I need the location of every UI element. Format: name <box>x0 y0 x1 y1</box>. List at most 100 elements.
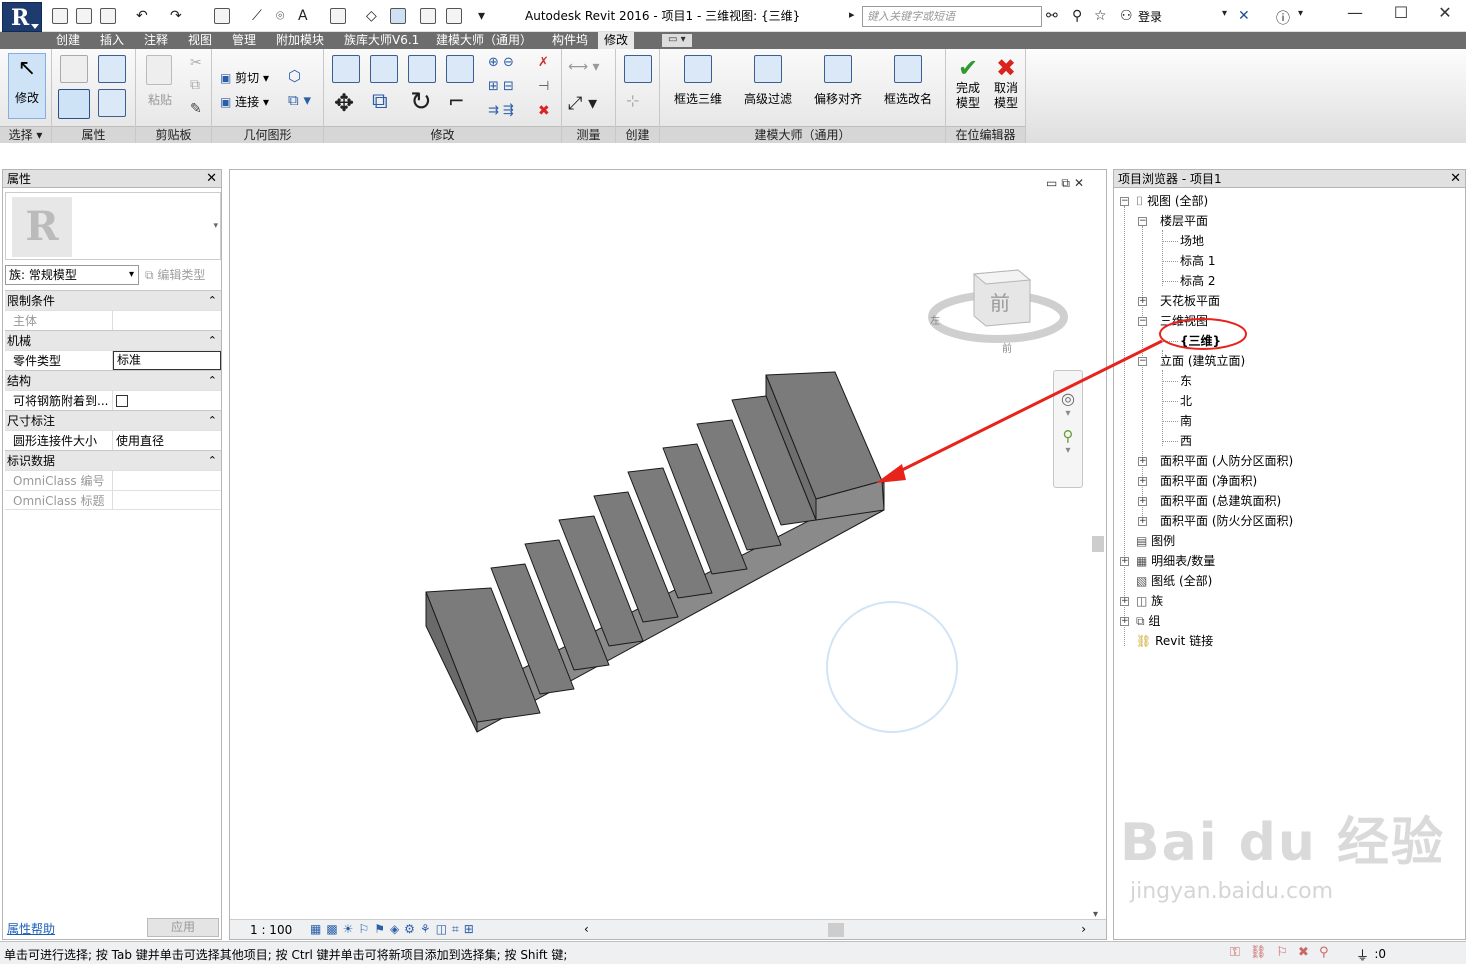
tree-node-level-2[interactable]: 标高 2 <box>1180 272 1215 290</box>
close-icon[interactable]: ✕ <box>206 170 217 188</box>
modify-tool[interactable]: ↖ 修改 <box>8 53 46 119</box>
mirror-axis-icon[interactable] <box>408 55 436 83</box>
type-properties-icon[interactable] <box>60 55 88 83</box>
properties-toggle-icon[interactable] <box>58 89 90 119</box>
connector-size-field[interactable]: 使用直径 <box>113 431 221 450</box>
copy-element-icon[interactable]: ⧉ <box>372 89 388 114</box>
group-structural[interactable]: 结构 ⌃ <box>5 370 221 390</box>
group-mechanical[interactable]: 机械 ⌃ <box>5 330 221 350</box>
tab-view[interactable]: 视图 <box>182 32 218 49</box>
finish-model-button[interactable]: ✔ 完成 模型 <box>950 55 986 111</box>
minimize-button[interactable]: — <box>1332 0 1378 28</box>
undo-icon[interactable]: ↶ <box>136 8 148 24</box>
expand-toggle[interactable]: − <box>1120 197 1129 206</box>
3d-view-icon[interactable] <box>330 8 346 24</box>
scroll-thumb[interactable] <box>1092 536 1104 552</box>
tree-node-ceiling-plans[interactable]: 天花板平面 <box>1160 292 1220 310</box>
switch-windows-icon[interactable] <box>446 8 462 24</box>
print-icon[interactable] <box>214 8 230 24</box>
type-selector[interactable]: R ▾ <box>5 192 221 260</box>
tag-icon[interactable]: ⌾ <box>276 8 284 24</box>
tab-jianmo[interactable]: 建模大师（通用） <box>430 32 538 49</box>
create-group-icon[interactable]: ⊹ <box>626 91 639 110</box>
align-icon[interactable] <box>332 55 360 83</box>
wall-joins-icon[interactable]: ⬡ <box>288 67 301 85</box>
group-dimensions[interactable]: 尺寸标注 ⌃ <box>5 410 221 430</box>
save-icon[interactable] <box>76 8 92 24</box>
mirror-draw-icon[interactable] <box>446 55 474 83</box>
full-navigation-wheel-icon[interactable]: ◎ <box>1054 389 1082 408</box>
jianmo-tool-0[interactable]: 框选三维 <box>670 55 726 107</box>
sync-icon[interactable] <box>100 8 116 24</box>
tree-node-area-civil-defense[interactable]: 面积平面 (人防分区面积) <box>1160 452 1293 470</box>
chevron-down-icon[interactable]: ▾ <box>1054 445 1082 456</box>
pin-icon[interactable]: ⊣ <box>538 79 549 94</box>
split-icon[interactable]: ⊕ ⊖ <box>488 55 514 70</box>
expand-toggle[interactable]: + <box>1120 557 1129 566</box>
drawing-area[interactable]: ▭⧉✕ 前 左 前 ◎ ▾ ⚲ ▾ ▾ 1: 100 ▦▩☀⚐⚑◈⚙⚘◫⌗⊞ … <box>229 169 1107 940</box>
tab-annotate[interactable]: 注释 <box>138 32 174 49</box>
tab-insert[interactable]: 插入 <box>94 32 130 49</box>
create-similar-icon[interactable] <box>624 55 652 83</box>
application-menu-button[interactable]: R <box>2 2 42 32</box>
tree-node-area-net[interactable]: 面积平面 (净面积) <box>1160 472 1257 490</box>
tree-node-elevations[interactable]: 立面 (建筑立面) <box>1160 352 1245 370</box>
close-hidden-icon[interactable] <box>420 8 436 24</box>
login-link[interactable]: 登录 <box>1138 8 1162 25</box>
vertical-scrollbar[interactable]: ▾ <box>1090 360 1106 920</box>
favorites-icon[interactable]: ☆ <box>1094 8 1107 24</box>
family-types-icon[interactable] <box>98 55 126 83</box>
expand-toggle[interactable]: + <box>1120 597 1129 606</box>
match-properties-icon[interactable]: ✎ <box>190 101 202 117</box>
tree-node-sheets[interactable]: ▧ 图纸 (全部) <box>1136 572 1212 590</box>
section-icon[interactable]: ◇ <box>366 8 377 24</box>
expand-toggle[interactable]: + <box>1120 617 1129 626</box>
measure-icon[interactable]: ⟋ <box>252 8 262 24</box>
expand-toggle[interactable]: + <box>1138 457 1147 466</box>
tab-addins[interactable]: 附加模块 <box>270 32 330 49</box>
tab-modify[interactable]: 修改 <box>598 32 635 49</box>
scroll-right-arrow-icon[interactable]: › <box>1081 922 1086 936</box>
array-icon[interactable]: ⊞ ⊟ <box>488 79 514 94</box>
text-icon[interactable]: A <box>298 8 308 24</box>
maximize-button[interactable]: ☐ <box>1378 0 1424 28</box>
tab-manage[interactable]: 管理 <box>226 32 262 49</box>
open-icon[interactable] <box>52 8 68 24</box>
expand-toggle[interactable]: − <box>1138 217 1147 226</box>
edit-type-button[interactable]: ⧉ 编辑类型 <box>145 266 205 283</box>
join-geometry-tool[interactable]: ▣ 连接 ▾ <box>220 93 269 110</box>
measure-between-icon[interactable]: ⟷ ▾ <box>568 59 600 75</box>
jianmo-tool-1[interactable]: 高级过滤 <box>740 55 796 107</box>
tree-node-west[interactable]: 西 <box>1180 432 1192 450</box>
tree-node-groups[interactable]: ⧉ 组 <box>1136 612 1160 630</box>
selection-filter-icons[interactable]: ⚿⛓⚐✖⚲ <box>1230 945 1338 960</box>
jianmo-tool-2[interactable]: 偏移对齐 <box>810 55 866 107</box>
expand-toggle[interactable]: + <box>1138 497 1147 506</box>
tree-node-legends[interactable]: ▤ 图例 <box>1136 532 1175 550</box>
close-icon[interactable]: ✕ <box>1450 170 1461 188</box>
exchange-apps-icon[interactable]: ✕ <box>1238 8 1250 24</box>
apply-button[interactable]: 应用 <box>147 918 219 937</box>
horizontal-scroll-thumb[interactable] <box>828 923 844 937</box>
tree-node-3d-default[interactable]: {三维} <box>1180 332 1221 350</box>
expand-toggle[interactable]: − <box>1138 357 1147 366</box>
chevron-down-icon[interactable]: ▾ <box>1054 408 1082 419</box>
viewcube[interactable]: 前 左 前 <box>928 269 1068 355</box>
scroll-left-arrow-icon[interactable]: ‹ <box>584 922 589 936</box>
family-filter-select[interactable]: 族: 常规模型 ▾ <box>5 265 139 285</box>
expand-toggle[interactable]: + <box>1138 477 1147 486</box>
tree-node-south[interactable]: 南 <box>1180 412 1192 430</box>
view-scale[interactable]: 1 : 100 <box>250 923 292 937</box>
tree-node-views[interactable]: ⌷ 视图 (全部) <box>1136 192 1208 210</box>
thin-lines-icon[interactable] <box>390 8 406 24</box>
tree-node-families[interactable]: ◫ 族 <box>1136 592 1163 610</box>
tab-zuku[interactable]: 族库大师V6.1 <box>338 32 425 49</box>
scale-icon[interactable]: ⇉ ⇶ <box>488 103 514 118</box>
tree-node-site[interactable]: 场地 <box>1180 232 1204 250</box>
tab-create[interactable]: 创建 <box>50 32 86 49</box>
stair-model[interactable]: 前 左 前 <box>230 170 1106 919</box>
group-constraints[interactable]: 限制条件 ⌃ <box>5 290 221 310</box>
tree-node-east[interactable]: 东 <box>1180 372 1192 390</box>
ribbon-minimize-icon[interactable]: ▭ ▾ <box>662 34 692 47</box>
expand-toggle[interactable]: + <box>1138 297 1147 306</box>
